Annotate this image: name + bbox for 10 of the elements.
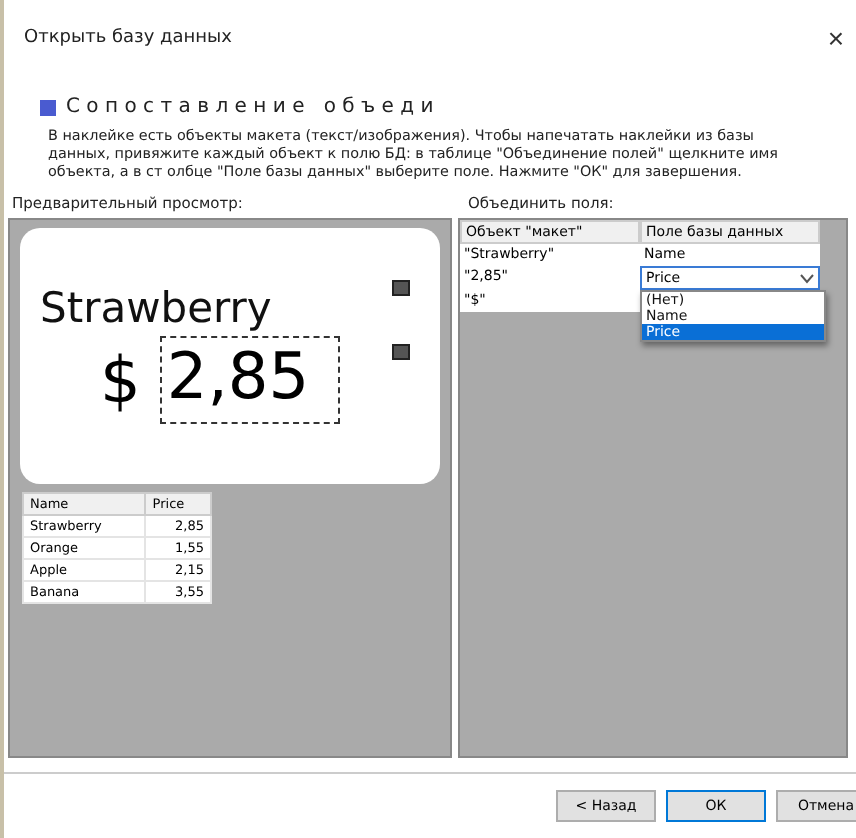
window-title: Открыть базу данных bbox=[24, 28, 232, 48]
object-icon bbox=[392, 280, 410, 296]
object-icon bbox=[392, 344, 410, 360]
square-icon bbox=[40, 99, 56, 115]
section-heading: Сопоставление объеди bbox=[66, 96, 440, 118]
chevron-icon bbox=[800, 273, 814, 283]
currency-text: $ bbox=[100, 342, 141, 418]
price-text: 2,85 bbox=[160, 336, 340, 424]
label-text: Strawberry bbox=[40, 284, 272, 332]
close-button[interactable]: × bbox=[827, 22, 844, 54]
